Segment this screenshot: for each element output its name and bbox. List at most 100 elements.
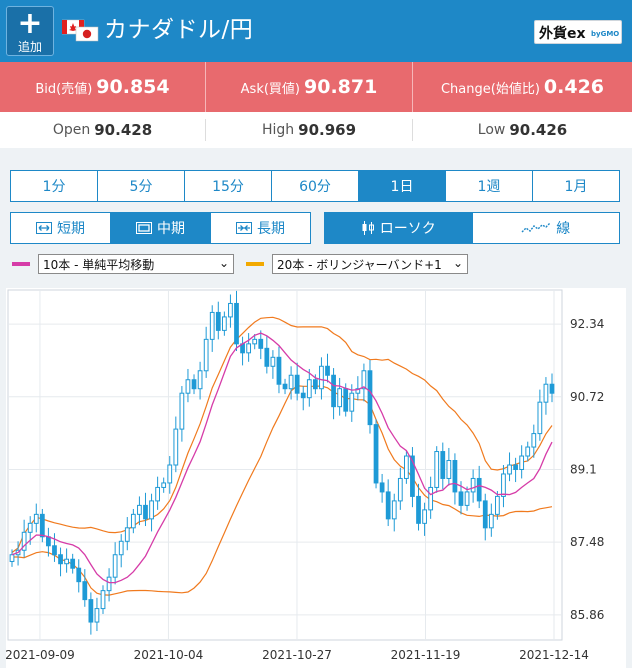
candle-body [337, 388, 343, 408]
candle-body [525, 446, 531, 457]
candle-body [191, 379, 197, 390]
term-long-button[interactable]: 長期 [211, 213, 310, 243]
term-mid-button[interactable]: 中期 [111, 213, 211, 243]
band-indicator-select[interactable]: 20本 - ボリンジャーバンド+1 ⌄ [272, 254, 468, 274]
candle-body [501, 473, 506, 497]
short-term-icon [36, 222, 52, 234]
band-legend-swatch [246, 262, 264, 266]
line-chart-button[interactable]: 線 [473, 213, 620, 243]
add-button-label: 追加 [17, 40, 42, 54]
candle-body [452, 460, 458, 493]
open-label: Open [52, 122, 91, 138]
low-value: 90.426 [509, 121, 568, 139]
currency-pair-title: カナダドル/円 [104, 17, 254, 43]
change-label: Change(始値比) [440, 81, 540, 97]
high-label: High [261, 122, 295, 138]
candle-body [416, 495, 421, 524]
candle-body [488, 513, 494, 529]
change-cell: Change(始値比) 0.426 [413, 62, 632, 112]
term-mid-label: 中期 [157, 221, 185, 237]
line-chart-icon [521, 222, 551, 233]
band-indicator-value: 20本 - ボリンジャーバンド+1 [277, 257, 442, 272]
candle-body [300, 392, 306, 399]
y-tick-label: 85.86 [570, 608, 604, 622]
term-toggle: 短期 中期 長期 [10, 212, 311, 244]
candle-body [507, 464, 512, 475]
candle-body [228, 302, 233, 318]
candle-body [203, 338, 209, 372]
tab-15min[interactable]: 15分 [185, 171, 272, 201]
candle-body [137, 504, 142, 515]
moving-average-line [11, 332, 553, 584]
candle-body [385, 491, 391, 520]
brand-logo-text: 外貨ex [539, 26, 586, 42]
header-bar: + 追加 カナダドル/円 外貨ex byGMO [0, 0, 632, 62]
tab-1min[interactable]: 1分 [11, 171, 98, 201]
candle-body [428, 486, 434, 511]
candle-body [391, 500, 397, 520]
candle-body [9, 554, 15, 562]
low-label: Low [477, 122, 506, 138]
brand-logo-sub: byGMO [591, 30, 620, 38]
candle-body [349, 392, 355, 412]
long-term-icon [236, 222, 252, 234]
candle-body [482, 500, 488, 529]
high-cell: High 90.969 [206, 112, 412, 148]
tab-5min[interactable]: 5分 [98, 171, 185, 201]
candle-body [185, 379, 191, 394]
ma-legend-swatch [12, 262, 30, 266]
candle-body [149, 500, 154, 520]
candle-body [234, 302, 239, 345]
candle-body [94, 608, 100, 623]
candle-body [422, 509, 427, 524]
candle-body [434, 451, 440, 488]
candle-body [470, 477, 476, 493]
candlestick-label: ローソク [379, 221, 436, 237]
tab-1day[interactable]: 1日 [359, 171, 446, 201]
candle-body [361, 370, 367, 390]
candle-body [70, 558, 76, 569]
x-tick-label: 2021-12-14 [519, 648, 589, 662]
candle-body [319, 365, 324, 390]
candle-body [82, 581, 88, 601]
candle-body [124, 527, 130, 542]
bid-label: Bid(売値) [35, 81, 93, 97]
candle-body [143, 504, 148, 520]
chevron-down-icon: ⌄ [218, 256, 229, 270]
candle-body [76, 567, 82, 583]
mid-term-icon [136, 222, 152, 234]
tab-1week[interactable]: 1週 [446, 171, 533, 201]
indicator-primary: 10本 - 単純平均移動 ⌄ [12, 254, 234, 274]
candle-body [312, 379, 318, 390]
x-tick-label: 2021-11-19 [391, 648, 461, 662]
candle-body [440, 451, 446, 479]
candle-body [306, 379, 312, 399]
x-tick-label: 2021-09-09 [6, 648, 75, 662]
open-cell: Open 90.428 [0, 112, 205, 148]
ohl-bar: Open 90.428 High 90.969 Low 90.426 [0, 112, 632, 148]
candle-body [130, 513, 136, 529]
candle-body [495, 495, 500, 515]
candle-body [397, 477, 403, 502]
candle-body [155, 486, 160, 502]
candle-body [294, 374, 300, 394]
ma-indicator-select[interactable]: 10本 - 単純平均移動 ⌄ [38, 254, 234, 274]
ask-label: Ask(買値) [240, 81, 300, 97]
candle-body [367, 370, 373, 426]
candle-body [112, 554, 118, 578]
add-button[interactable]: + 追加 [6, 6, 54, 56]
term-short-button[interactable]: 短期 [11, 213, 111, 243]
brand-logo: 外貨ex byGMO [534, 20, 622, 44]
candle-body [288, 374, 294, 390]
candle-body [179, 392, 185, 430]
low-cell: Low 90.426 [413, 112, 632, 148]
candle-body [282, 383, 288, 390]
candle-body [161, 482, 167, 488]
period-tabs: 1分 5分 15分 60分 1日 1週 1月 [10, 170, 620, 202]
tab-60min[interactable]: 60分 [272, 171, 359, 201]
candlestick-button[interactable]: ローソク [325, 213, 473, 243]
tab-1month[interactable]: 1月 [533, 171, 619, 201]
price-chart[interactable]: 92.34 90.72 89.1 87.48 85.86 2021-09-09 2021-… [6, 288, 626, 668]
candle-body [88, 599, 94, 623]
candle-body [458, 491, 464, 506]
